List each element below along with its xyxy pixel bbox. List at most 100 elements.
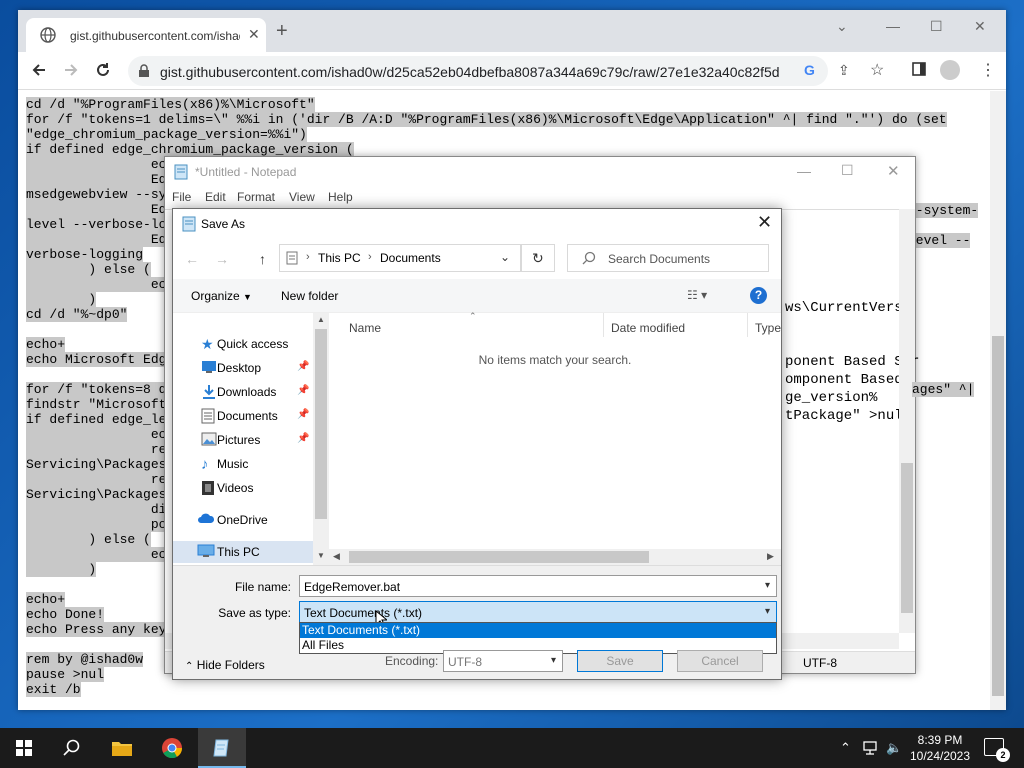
chevron-down-icon[interactable]: ▾: [765, 580, 770, 591]
clock-time[interactable]: 8:39 PM: [910, 733, 970, 747]
menu-dots-icon[interactable]: ⋮: [980, 60, 996, 80]
maximize-icon[interactable]: ☐: [841, 162, 854, 179]
search-documents-input[interactable]: Search Documents: [567, 244, 769, 272]
code-line-text: echo: [26, 277, 183, 292]
scroll-up-icon[interactable]: ▲: [317, 315, 325, 324]
nav-desktop[interactable]: Desktop 📌: [173, 357, 313, 379]
close-icon[interactable]: ✕: [887, 162, 900, 180]
menu-view[interactable]: View: [289, 190, 315, 204]
column-type[interactable]: Type: [755, 321, 781, 335]
clock-date[interactable]: 10/24/2023: [904, 749, 976, 763]
code-line-text: Edge: [26, 172, 183, 187]
code-line-text: reg: [26, 472, 175, 487]
reload-icon[interactable]: [94, 61, 112, 79]
profile-avatar-icon[interactable]: [940, 60, 960, 80]
nav-label: Music: [217, 457, 249, 471]
scroll-down-icon[interactable]: ▼: [317, 551, 325, 560]
code-line-text: pow: [26, 517, 175, 532]
hide-folders-button[interactable]: ⌃ Hide Folders: [185, 658, 265, 672]
show-hidden-icons-icon[interactable]: ⌃: [840, 740, 851, 756]
help-icon[interactable]: ?: [750, 287, 767, 304]
nav-videos[interactable]: Videos: [173, 477, 313, 499]
page-scrollbar-thumb[interactable]: [992, 336, 1004, 696]
lock-icon: [138, 64, 150, 78]
notepad-vertical-scrollbar[interactable]: [899, 209, 915, 633]
menu-edit[interactable]: Edit: [205, 190, 226, 204]
column-name[interactable]: Name: [349, 321, 381, 335]
share-icon[interactable]: ⇪: [838, 62, 850, 79]
page-scrollbar[interactable]: [990, 91, 1006, 710]
chevron-down-icon[interactable]: ▾: [765, 606, 770, 617]
menu-file[interactable]: File: [172, 190, 191, 204]
chevron-down-icon[interactable]: ⌄: [500, 250, 510, 264]
notification-count-badge: 2: [996, 748, 1010, 762]
encoding-select[interactable]: UTF-8 ▾: [443, 650, 563, 672]
nav-onedrive[interactable]: OneDrive: [173, 509, 313, 531]
refresh-button[interactable]: ↻: [521, 244, 555, 272]
address-bar[interactable]: gist.githubusercontent.com/ishad0w/d25ca…: [128, 56, 828, 86]
nav-label: OneDrive: [217, 513, 268, 527]
view-options-icon[interactable]: ☷ ▾: [687, 288, 707, 302]
menu-help[interactable]: Help: [328, 190, 353, 204]
network-icon[interactable]: [862, 740, 878, 756]
maximize-icon[interactable]: ☐: [930, 18, 943, 35]
code-line-text: cd /d "%ProgramFiles(x86)%\Microsoft": [26, 97, 315, 112]
code-line-text: if defined edge_chromium_package_version…: [26, 142, 354, 157]
save-type-label: Save as type:: [218, 606, 291, 620]
start-button[interactable]: [0, 728, 48, 768]
tab-close-icon[interactable]: ✕: [248, 26, 260, 43]
file-list-horizontal-scrollbar[interactable]: ◀ ▶: [329, 549, 781, 565]
forward-icon[interactable]: [62, 61, 80, 79]
folder-address-bar[interactable]: › This PC › Documents ⌄: [279, 244, 521, 272]
volume-icon[interactable]: 🔈: [886, 740, 902, 756]
cancel-button[interactable]: Cancel: [677, 650, 763, 672]
organize-button[interactable]: Organize ▼: [191, 289, 252, 303]
up-icon[interactable]: ↑: [259, 251, 266, 267]
minimize-icon[interactable]: —: [797, 163, 811, 179]
breadcrumb-documents[interactable]: Documents: [380, 251, 441, 265]
nav-this-pc[interactable]: This PC: [173, 541, 313, 563]
nav-music[interactable]: ♪ Music: [173, 453, 313, 475]
close-window-icon[interactable]: ✕: [974, 18, 986, 35]
notepad-taskbar-button[interactable]: [198, 728, 246, 768]
nav-quick-access[interactable]: ★ Quick access: [173, 333, 313, 355]
search-button[interactable]: [48, 728, 96, 768]
nav-downloads[interactable]: Downloads 📌: [173, 381, 313, 403]
scroll-right-icon[interactable]: ▶: [767, 551, 774, 562]
file-explorer-button[interactable]: [98, 728, 146, 768]
back-icon[interactable]: [30, 61, 48, 79]
menu-format[interactable]: Format: [237, 190, 275, 204]
new-tab-icon[interactable]: +: [276, 21, 288, 41]
back-icon[interactable]: ←: [185, 251, 199, 267]
save-button[interactable]: Save: [577, 650, 663, 672]
nav-pictures[interactable]: Pictures 📌: [173, 429, 313, 451]
file-name-input[interactable]: EdgeRemover.bat ▾: [299, 575, 777, 597]
close-icon[interactable]: ✕: [757, 213, 772, 231]
browser-tab[interactable]: gist.githubusercontent.com/ishad ✕: [26, 18, 266, 52]
nav-scrollbar[interactable]: ▲ ▼: [313, 313, 329, 565]
column-divider[interactable]: [603, 313, 604, 337]
chrome-button[interactable]: [148, 728, 196, 768]
code-line-text: ) else (: [26, 262, 151, 277]
side-panel-icon[interactable]: [912, 62, 926, 76]
tab-strip: gist.githubusercontent.com/ishad ✕ + ⌄ —…: [18, 10, 1006, 52]
google-lens-icon[interactable]: G: [804, 62, 815, 78]
forward-icon[interactable]: →: [215, 251, 229, 267]
bookmark-star-icon[interactable]: ☆: [870, 60, 884, 80]
column-date-modified[interactable]: Date modified: [611, 321, 685, 335]
breadcrumb-this-pc[interactable]: This PC: [318, 251, 361, 265]
file-name-label: File name:: [234, 580, 291, 594]
minimize-icon[interactable]: —: [886, 18, 900, 34]
scroll-left-icon[interactable]: ◀: [333, 551, 340, 562]
chevron-down-icon[interactable]: ▾: [551, 655, 556, 666]
nav-documents[interactable]: Documents 📌: [173, 405, 313, 427]
nav-scrollbar-thumb[interactable]: [315, 329, 327, 519]
new-folder-button[interactable]: New folder: [281, 289, 338, 303]
notepad-scrollbar-thumb[interactable]: [901, 463, 913, 613]
option-text-documents[interactable]: Text Documents (*.txt): [300, 623, 776, 638]
file-list-scrollbar-thumb[interactable]: [349, 551, 649, 563]
column-divider[interactable]: [747, 313, 748, 337]
save-type-select[interactable]: Text Documents (*.txt) ▾: [299, 601, 777, 623]
tab-search-icon[interactable]: ⌄: [836, 18, 848, 35]
code-line-text: level --verbose-log: [26, 217, 175, 232]
